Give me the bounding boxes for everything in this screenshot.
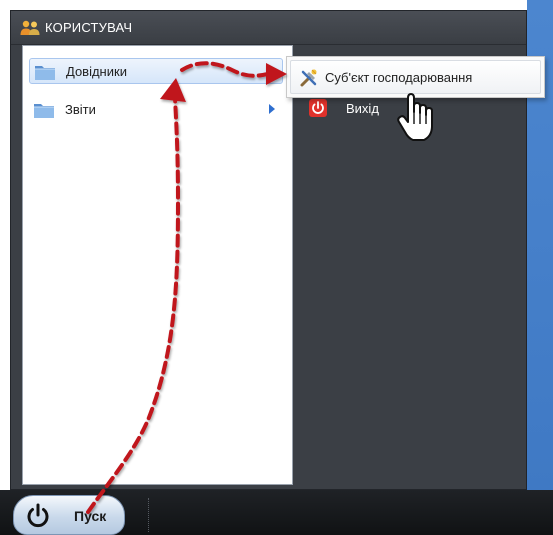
start-button[interactable]: Пуск xyxy=(13,495,125,535)
menu-item-label: Звіти xyxy=(65,102,96,117)
submenu-item-label: Суб'єкт господарювання xyxy=(325,70,473,85)
menu-title: КОРИСТУВАЧ xyxy=(45,20,133,35)
folder-icon xyxy=(34,104,54,118)
menu-item-label: Довідники xyxy=(66,64,127,79)
submenu-arrow-icon xyxy=(269,104,275,114)
start-menu-left-panel: Довідники Звіти xyxy=(22,45,293,485)
screen: КОРИСТУВАЧ Довідники Звіти Вихід Суб'єкт… xyxy=(0,0,553,535)
users-icon xyxy=(20,20,40,35)
menu-item-zvity[interactable]: Звіти xyxy=(29,97,283,123)
power-icon xyxy=(309,99,327,117)
menu-item-dovidnyky[interactable]: Довідники xyxy=(29,58,283,84)
tools-icon xyxy=(300,69,317,87)
start-label: Пуск xyxy=(74,508,107,524)
folder-icon xyxy=(35,66,55,80)
start-menu-header: КОРИСТУВАЧ xyxy=(11,11,526,45)
hand-cursor-icon xyxy=(397,93,433,141)
power-icon xyxy=(27,503,49,528)
submenu-item-subiekt-hospodariuvannia[interactable]: Суб'єкт господарювання xyxy=(290,60,541,94)
taskbar-separator xyxy=(148,498,150,532)
exit-label: Вихід xyxy=(346,101,379,116)
submenu-arrow-icon xyxy=(268,66,274,76)
